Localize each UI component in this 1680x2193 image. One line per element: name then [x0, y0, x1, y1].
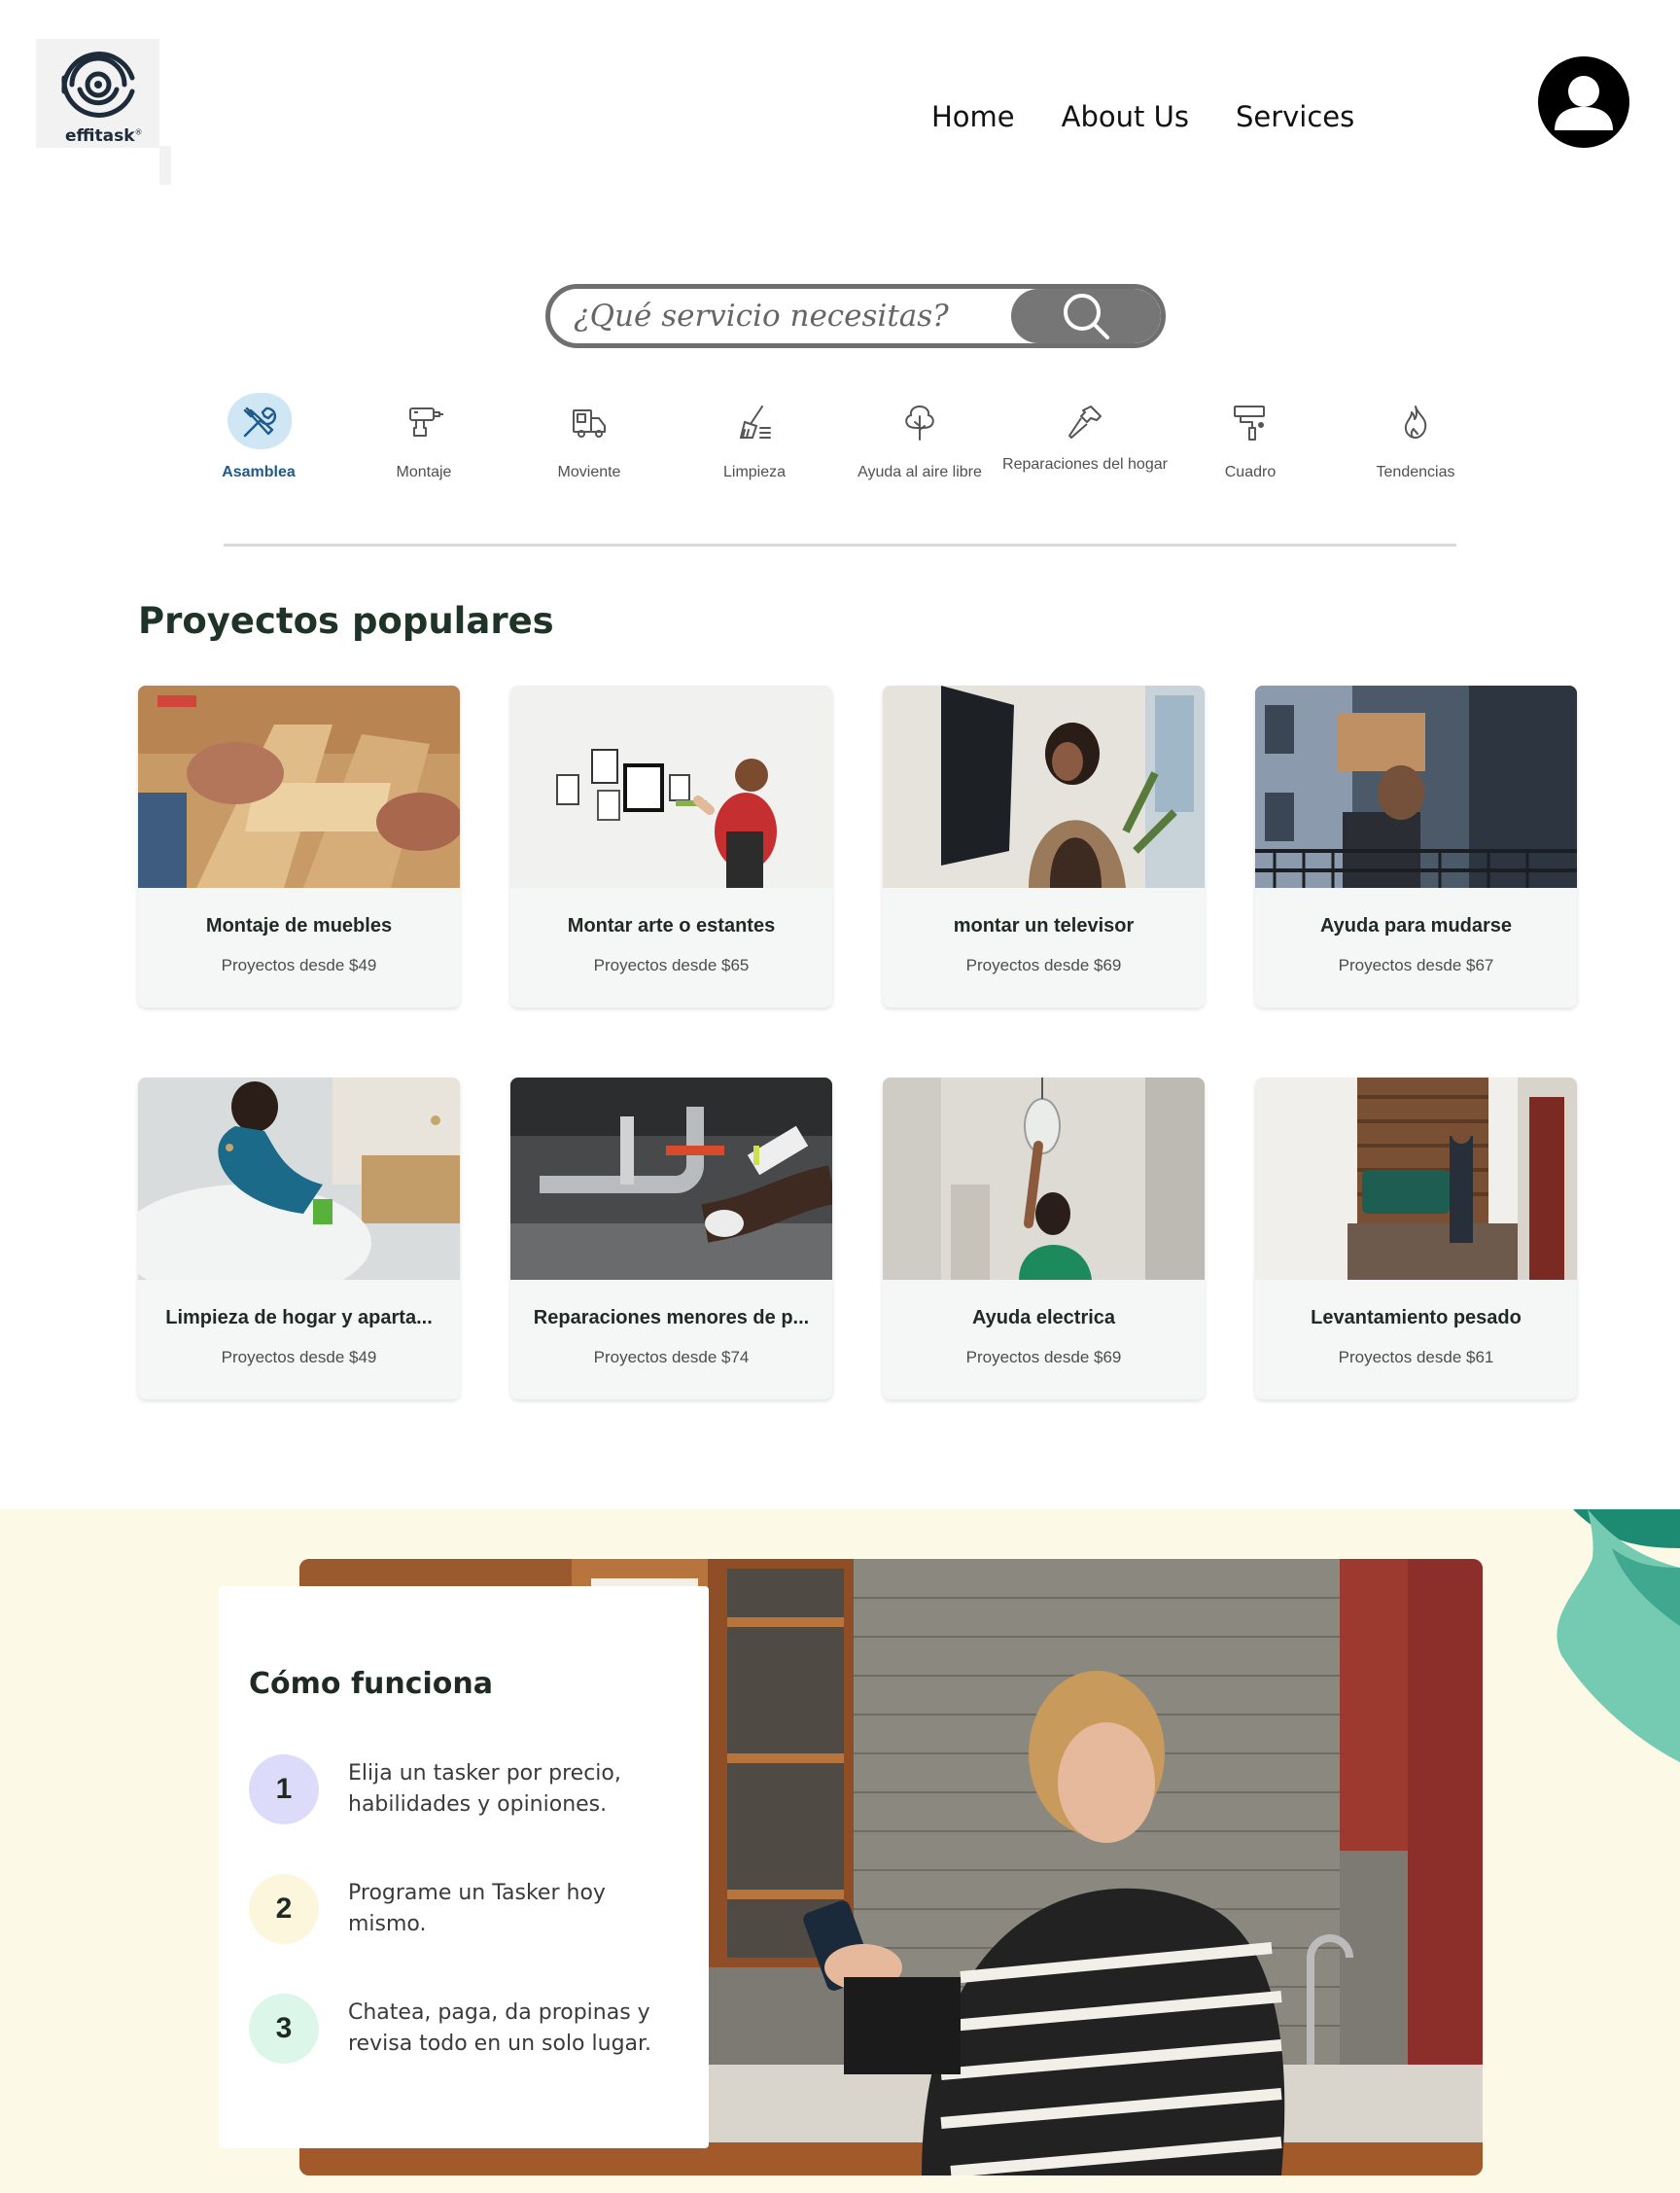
category-montaje[interactable]: Montaje — [341, 393, 507, 483]
project-image — [510, 686, 832, 888]
project-price: Proyectos desde $65 — [593, 956, 750, 974]
project-title: Reparaciones menores de p... — [533, 1307, 810, 1328]
project-card[interactable]: Reparaciones menores de p... Proyectos d… — [510, 1078, 832, 1399]
tools-icon — [243, 407, 277, 438]
step-number: 3 — [249, 1994, 319, 2064]
project-title: montar un televisor — [953, 915, 1135, 937]
category-tendencias[interactable]: Tendencias — [1333, 393, 1498, 483]
logo[interactable]: effitask® — [36, 39, 171, 185]
category-bar: Asamblea Montaje Moviente Limpieza Ayuda… — [0, 393, 1680, 510]
step-text: Programe un Tasker hoy mismo. — [348, 1881, 606, 1936]
category-divider — [224, 544, 1456, 547]
project-title: Limpieza de hogar y aparta... — [165, 1307, 433, 1328]
project-card[interactable]: Limpieza de hogar y aparta... Proyectos … — [138, 1078, 460, 1399]
step-number: 1 — [249, 1754, 319, 1824]
user-icon — [1555, 76, 1613, 130]
project-title: Levantamiento pesado — [1311, 1307, 1522, 1328]
project-price: Proyectos desde $74 — [593, 1348, 750, 1366]
project-title: Montar arte o estantes — [567, 915, 776, 937]
category-asamblea[interactable]: Asamblea — [176, 393, 341, 483]
tree-icon — [905, 405, 934, 441]
category-cuadro[interactable]: Cuadro — [1168, 393, 1333, 483]
search-bar — [545, 284, 1166, 348]
step-item: 2 Programe un Tasker hoy mismo. — [249, 1874, 677, 1952]
moving-truck-icon — [573, 409, 606, 438]
category-label: Ayuda al aire libre — [858, 464, 982, 480]
project-card[interactable]: Levantamiento pesado Proyectos desde $61 — [1255, 1078, 1577, 1399]
nav-home[interactable]: Home — [931, 97, 1015, 136]
category-reparaciones[interactable]: Reparaciones del hogar — [1002, 393, 1168, 476]
category-label: Reparaciones del hogar — [1002, 456, 1168, 473]
search-input[interactable] — [574, 289, 982, 343]
category-label: Moviente — [557, 464, 621, 480]
logo-target-icon — [61, 52, 135, 118]
broom-icon — [739, 406, 771, 439]
project-image — [138, 1078, 460, 1280]
main-nav: Home About Us Services — [931, 97, 1401, 136]
category-label: Tendencias — [1376, 464, 1455, 480]
category-label: Montaje — [396, 464, 452, 480]
project-image — [138, 686, 460, 888]
project-card[interactable]: Montaje de muebles Proyectos desde $49 — [138, 686, 460, 1008]
step-item: 1 Elija un tasker por precio, habilidade… — [249, 1754, 677, 1832]
project-title: Ayuda electrica — [971, 1307, 1116, 1328]
project-card[interactable]: Ayuda para mudarse Proyectos desde $67 — [1255, 686, 1577, 1008]
category-moviente[interactable]: Moviente — [507, 393, 672, 483]
category-ayuda-aire-libre[interactable]: Ayuda al aire libre — [837, 393, 1002, 483]
project-price: Proyectos desde $67 — [1338, 956, 1494, 974]
step-text: Elija un tasker por precio, habilidades … — [348, 1761, 621, 1817]
project-image — [883, 686, 1205, 888]
category-label: Cuadro — [1224, 464, 1277, 480]
project-price: Proyectos desde $49 — [221, 956, 377, 974]
brand-name: effitask® — [65, 126, 143, 146]
search-button[interactable] — [1011, 289, 1161, 343]
flame-icon — [1404, 406, 1427, 439]
search-icon — [1064, 294, 1109, 339]
project-image — [510, 1078, 832, 1280]
how-it-works-section: Cómo funciona 1 Elija un tasker por prec… — [0, 1509, 1680, 2193]
step-item: 3 Chatea, paga, da propinas y revisa tod… — [249, 1994, 677, 2071]
category-limpieza[interactable]: Limpieza — [672, 393, 837, 483]
paint-roller-icon — [1234, 406, 1265, 441]
project-price: Proyectos desde $49 — [221, 1348, 377, 1366]
step-number: 2 — [249, 1874, 319, 1944]
project-image — [1255, 686, 1577, 888]
category-label: Asamblea — [222, 464, 296, 480]
popular-projects-title: Proyectos populares — [138, 600, 554, 642]
nav-services[interactable]: Services — [1236, 97, 1354, 136]
drill-icon — [409, 407, 443, 437]
project-card[interactable]: Montar arte o estantes Proyectos desde $… — [510, 686, 832, 1008]
user-avatar[interactable] — [1538, 56, 1629, 148]
how-it-works-title: Cómo funciona — [249, 1667, 493, 1701]
project-image — [1255, 1078, 1577, 1280]
project-card[interactable]: montar un televisor Proyectos desde $69 — [883, 686, 1205, 1008]
project-price: Proyectos desde $61 — [1338, 1348, 1494, 1366]
hammer-icon — [1068, 406, 1102, 439]
decorative-shape — [1557, 1509, 1680, 1762]
nav-about-us[interactable]: About Us — [1062, 97, 1189, 136]
step-text: Chatea, paga, da propinas y revisa todo … — [348, 2000, 652, 2056]
project-price: Proyectos desde $69 — [965, 1348, 1122, 1366]
project-card[interactable]: Ayuda electrica Proyectos desde $69 — [883, 1078, 1205, 1399]
how-it-works-card: Cómo funciona 1 Elija un tasker por prec… — [219, 1586, 709, 2148]
category-label: Limpieza — [722, 464, 787, 480]
project-title: Ayuda para mudarse — [1319, 915, 1513, 937]
project-price: Proyectos desde $69 — [965, 956, 1122, 974]
project-image — [883, 1078, 1205, 1280]
project-title: Montaje de muebles — [205, 915, 393, 937]
